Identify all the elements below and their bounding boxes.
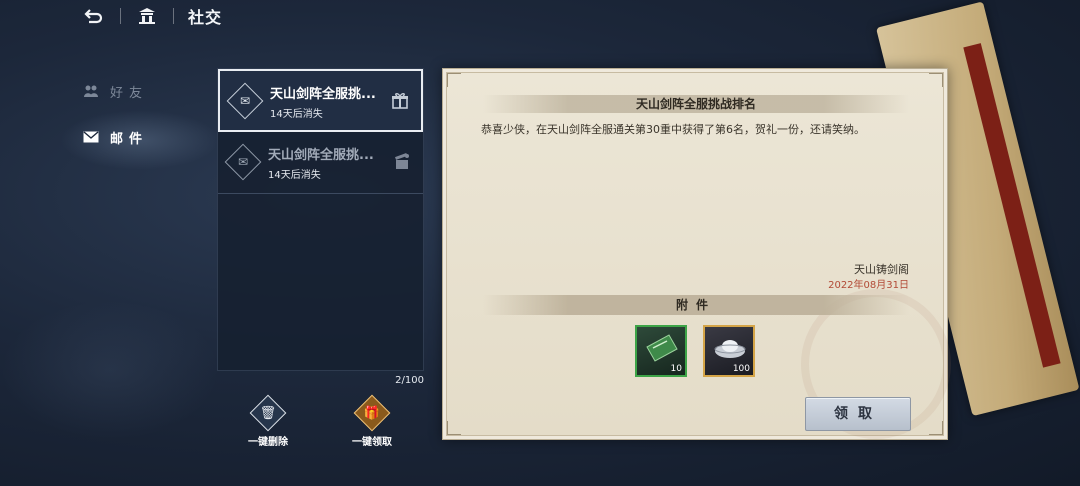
- gift-icon: 🎁: [353, 394, 391, 432]
- friends-icon: [82, 84, 100, 98]
- mail-count: 2/100: [395, 375, 424, 386]
- scroll-ribbon: [963, 43, 1061, 368]
- envelope-icon: [82, 130, 100, 144]
- attachment-item[interactable]: 100: [703, 325, 755, 377]
- mail-sender: 天山铸剑阁: [854, 263, 909, 276]
- mail-expiry: 14天后消失: [270, 109, 323, 120]
- attachment-quantity: 100: [732, 364, 750, 374]
- mail-envelope-icon: ✉: [224, 143, 262, 181]
- mail-list[interactable]: ✉ 天山剑阵全服挑... 14天后消失 ✉ 天山剑阵全服挑... 14天后消失: [217, 68, 424, 371]
- nav-item-mail[interactable]: 邮件: [82, 126, 148, 148]
- pavilion-icon[interactable]: [135, 4, 159, 28]
- green-ticket-icon: [646, 334, 678, 362]
- attachments-heading: 附件: [483, 295, 909, 315]
- corner-ornament: [929, 421, 943, 435]
- nav-label: 邮件: [110, 131, 149, 147]
- side-nav: 好友 邮件: [82, 80, 148, 172]
- claim-all-button[interactable]: 🎁 一键领取: [342, 394, 402, 448]
- mail-title: 天山剑阵全服挑...: [270, 87, 376, 102]
- mail-date: 2022年08月31日: [828, 280, 909, 291]
- mail-envelope-icon: ✉: [226, 82, 264, 120]
- mail-subject: 天山剑阵全服挑战排名: [483, 95, 909, 113]
- mail-body: 恭喜少侠，在天山剑阵全服通关第30重中获得了第6名，贺礼一份，还请笑纳。: [481, 123, 865, 136]
- divider: [120, 8, 121, 24]
- list-item[interactable]: ✉ 天山剑阵全服挑... 14天后消失: [218, 132, 423, 194]
- mail-title: 天山剑阵全服挑...: [268, 148, 374, 163]
- background-mist: [0, 300, 220, 440]
- corner-ornament: [447, 421, 461, 435]
- mail-expiry: 14天后消失: [268, 170, 321, 181]
- gift-icon: [391, 91, 409, 109]
- delete-all-button[interactable]: 🗑 一键删除: [238, 394, 298, 448]
- delete-all-label: 一键删除: [248, 437, 288, 448]
- claim-button[interactable]: 领取: [805, 397, 911, 431]
- page-title: 社交: [188, 8, 223, 27]
- trash-icon: 🗑: [249, 394, 287, 432]
- back-arrow-icon[interactable]: [82, 4, 106, 28]
- attachment-item[interactable]: 10: [635, 325, 687, 377]
- attachment-quantity: 10: [670, 364, 682, 374]
- divider: [173, 8, 174, 24]
- gift-opened-icon: [393, 152, 411, 170]
- top-bar: 社交: [82, 2, 222, 30]
- nav-label: 好友: [110, 85, 149, 101]
- corner-ornament: [447, 73, 461, 87]
- list-item[interactable]: ✉ 天山剑阵全服挑... 14天后消失: [218, 69, 423, 132]
- nav-item-friends[interactable]: 好友: [82, 80, 148, 102]
- silver-ingot-icon: [714, 340, 746, 358]
- claim-all-label: 一键领取: [352, 437, 392, 448]
- mail-detail-panel: 天山剑阵全服挑战排名 恭喜少侠，在天山剑阵全服通关第30重中获得了第6名，贺礼一…: [442, 68, 951, 440]
- corner-ornament: [929, 73, 943, 87]
